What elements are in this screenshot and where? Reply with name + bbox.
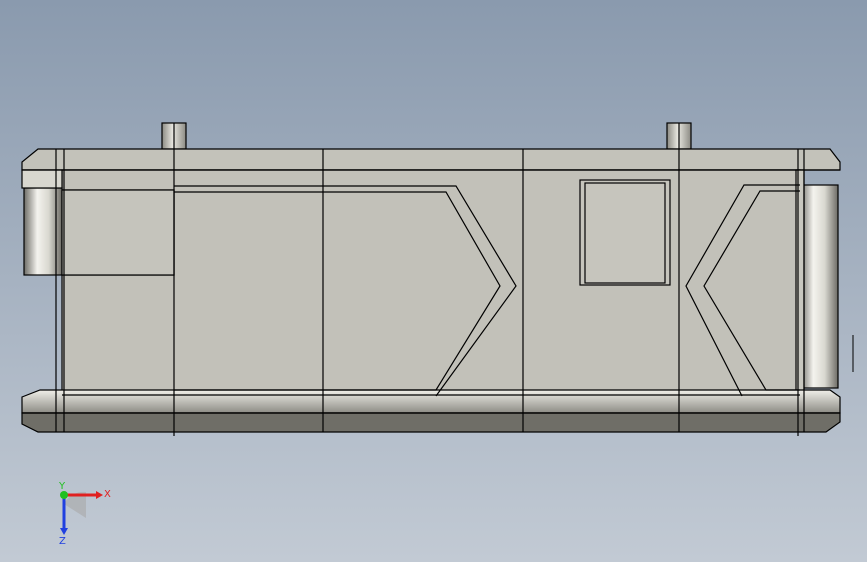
- reference-triad: X Y Z: [58, 481, 111, 547]
- y-axis-label: Y: [58, 481, 66, 492]
- x-axis-label: X: [104, 489, 111, 500]
- bottom-rail: [21, 389, 841, 414]
- right-cylinder: [799, 184, 839, 389]
- left-slot-inner: [61, 189, 175, 276]
- y-axis-dot: [60, 491, 68, 499]
- z-axis-arrowhead: [60, 528, 68, 535]
- square-window: [579, 179, 671, 286]
- part-model[interactable]: [0, 0, 867, 562]
- bottom-shadow-face: [21, 412, 841, 433]
- x-axis-arrowhead: [96, 491, 103, 499]
- graphics-viewport[interactable]: X Y Z: [0, 0, 867, 562]
- top-rail: [21, 148, 841, 171]
- right-end-strip: [795, 169, 805, 396]
- z-axis-label: Z: [59, 536, 66, 547]
